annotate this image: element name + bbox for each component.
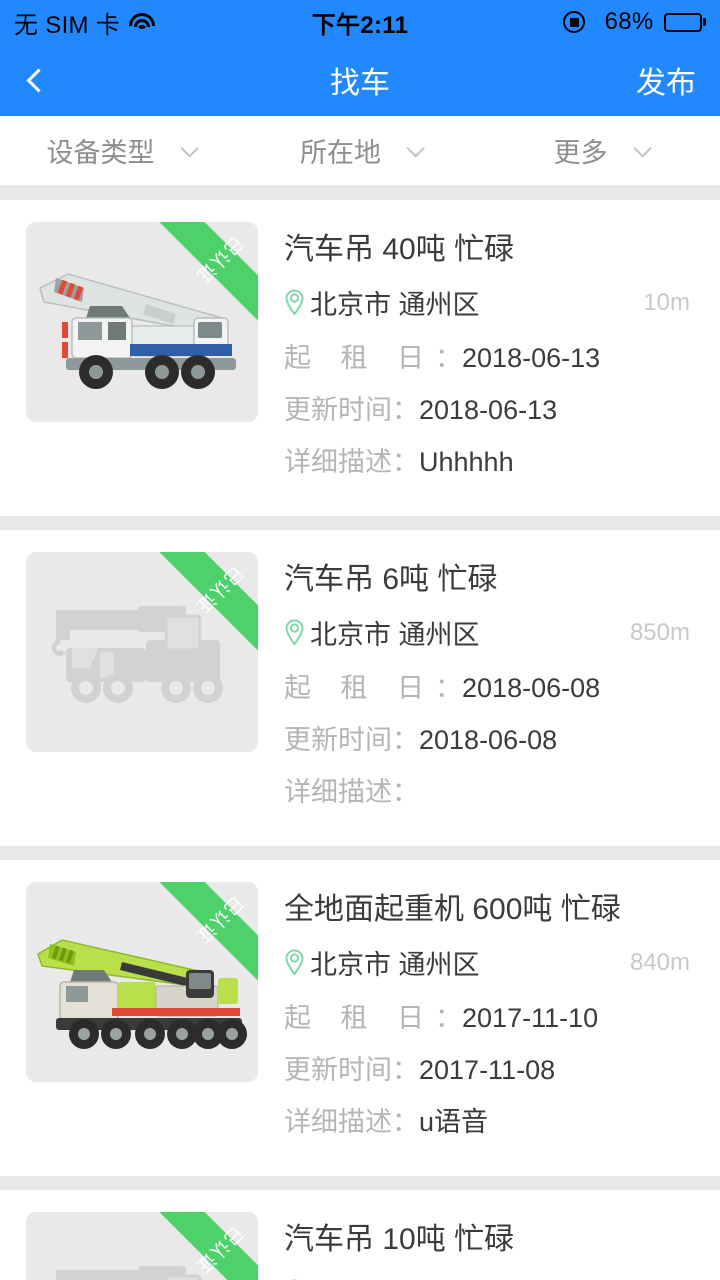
listing-card[interactable]: 已认证 汽车吊 6吨 忙碌 北京市 通州区 850m 起 租 日：2018-06… <box>0 530 720 846</box>
update-time-value: 2017-11-08 <box>419 1055 556 1085</box>
carrier-label: 无 SIM 卡 <box>14 11 121 39</box>
listing-card[interactable]: 已认证 全地面起重机 600吨 忙碌 北京市 通州区 840m 起 租 日：20… <box>0 860 720 1176</box>
listing-title: 全地面起重机 600吨 忙碌 <box>284 893 621 926</box>
location-pin-icon <box>285 949 304 976</box>
update-time-label: 更新时间 <box>284 1055 392 1085</box>
listing-rent-date-row: 起 租 日：2017-11-10 <box>284 1003 599 1033</box>
listing-rent-date-row: 起 租 日：2018-06-08 <box>284 673 601 703</box>
listing-location-row: 北京市 通州区 10m <box>284 283 696 322</box>
rotation-lock-icon <box>562 11 585 33</box>
status-bar-right: 68% <box>408 8 707 36</box>
status-bar-left: 无 SIM 卡 <box>14 5 312 40</box>
battery-icon <box>663 12 707 32</box>
rent-date-label: 起 租 日 <box>284 1003 436 1033</box>
filter-location[interactable]: 所在地 <box>240 131 480 170</box>
listing-location: 北京市 通州区 <box>310 290 480 320</box>
rent-date-label: 起 租 日 <box>284 343 436 373</box>
description-label: 详细描述 <box>284 777 392 807</box>
listing-list[interactable]: 已认证 汽车吊 40吨 忙碌 北京市 通州区 10m 起 租 日：2018-06… <box>0 186 720 1280</box>
listing-distance: 10m <box>643 288 690 316</box>
listing-update-time-row: 更新时间：2018-06-13 <box>284 395 558 425</box>
rent-date-value: 2018-06-13 <box>462 343 601 373</box>
filter-label: 更多 <box>553 138 608 168</box>
update-time-label: 更新时间 <box>284 725 392 755</box>
listing-rent-date-row: 起 租 日：2018-06-13 <box>284 343 601 373</box>
listing-info: 全地面起重机 600吨 忙碌 北京市 通州区 840m 起 租 日：2017-1… <box>284 882 696 1152</box>
description-label: 详细描述 <box>284 1107 392 1137</box>
rent-date-label: 起 租 日 <box>284 673 436 703</box>
description-label: 详细描述 <box>284 447 392 477</box>
list-separator <box>0 186 720 200</box>
listing-distance: 840m <box>629 948 690 976</box>
description-value: u语音 <box>419 1107 489 1137</box>
location-pin-icon <box>285 289 304 316</box>
listing-title: 汽车吊 6吨 忙碌 <box>284 563 498 596</box>
listing-card[interactable]: 已认证 汽车吊 40吨 忙碌 北京市 通州区 10m 起 租 日：2018-06… <box>0 200 720 516</box>
listing-update-time-row: 更新时间：2017-11-08 <box>284 1055 556 1085</box>
filter-equipment-type[interactable]: 设备类型 <box>0 131 240 170</box>
listing-thumbnail[interactable]: 已认证 <box>26 1212 258 1280</box>
listing-description-row: 详细描述：u语音 <box>284 1107 489 1137</box>
listing-location: 北京市 通州区 <box>310 620 480 650</box>
rent-date-value: 2017-11-10 <box>462 1003 599 1033</box>
filter-label: 所在地 <box>300 138 381 168</box>
listing-location-row: 北京市 通州区 850m <box>284 613 696 652</box>
listing-card[interactable]: 已认证 汽车吊 10吨 忙碌 北京市 通州区 起 租 日： 更新时间： 详细描述… <box>0 1190 720 1280</box>
filter-bar: 设备类型 所在地 更多 <box>0 116 720 186</box>
listing-info: 汽车吊 6吨 忙碌 北京市 通州区 850m 起 租 日：2018-06-08 … <box>284 552 696 822</box>
chevron-left-icon <box>26 67 51 93</box>
listing-location: 北京市 通州区 <box>310 950 480 980</box>
filter-more[interactable]: 更多 <box>480 131 720 170</box>
listing-distance: 850m <box>629 618 690 646</box>
listing-thumbnail[interactable]: 已认证 <box>26 552 258 752</box>
listing-update-time-row: 更新时间：2018-06-08 <box>284 725 558 755</box>
navigation-bar: 找车 发布 <box>0 44 720 116</box>
listing-title: 汽车吊 10吨 忙碌 <box>284 1223 515 1256</box>
listing-info: 汽车吊 40吨 忙碌 北京市 通州区 10m 起 租 日：2018-06-13 … <box>284 222 696 492</box>
wifi-icon <box>129 12 156 32</box>
listing-location: 北京市 通州区 <box>310 1273 480 1280</box>
list-separator <box>0 846 720 860</box>
listing-info: 汽车吊 10吨 忙碌 北京市 通州区 起 租 日： 更新时间： 详细描述： <box>284 1212 696 1280</box>
battery-percent-label: 68% <box>604 8 654 35</box>
update-time-value: 2018-06-13 <box>419 395 558 425</box>
listing-thumbnail[interactable]: 已认证 <box>26 222 258 422</box>
status-bar-time: 下午2:11 <box>311 11 409 39</box>
description-value: Uhhhhh <box>419 447 514 477</box>
publish-button[interactable]: 发布 <box>636 58 696 102</box>
listing-title: 汽车吊 40吨 忙碌 <box>284 233 515 266</box>
chevron-down-icon <box>179 139 199 158</box>
find-vehicle-screen: 无 SIM 卡 下午2:11 68% 找车 发布 设备类型 所在地 更多 已认证… <box>0 0 720 1280</box>
list-separator <box>0 516 720 530</box>
listing-location-row: 北京市 通州区 <box>284 1273 696 1280</box>
chevron-down-icon <box>632 139 652 158</box>
back-button[interactable] <box>24 57 70 103</box>
listing-thumbnail[interactable]: 已认证 <box>26 882 258 1082</box>
update-time-label: 更新时间 <box>284 395 392 425</box>
listing-description-row: 详细描述： <box>284 777 419 807</box>
list-separator <box>0 1176 720 1190</box>
location-pin-icon <box>285 619 304 646</box>
rent-date-value: 2018-06-08 <box>462 673 601 703</box>
filter-label: 设备类型 <box>46 138 155 168</box>
listing-location-row: 北京市 通州区 840m <box>284 943 696 982</box>
page-title: 找车 <box>330 67 390 100</box>
update-time-value: 2018-06-08 <box>419 725 558 755</box>
listing-description-row: 详细描述：Uhhhhh <box>284 447 514 477</box>
status-bar: 无 SIM 卡 下午2:11 68% <box>0 0 720 44</box>
chevron-down-icon <box>406 139 425 158</box>
